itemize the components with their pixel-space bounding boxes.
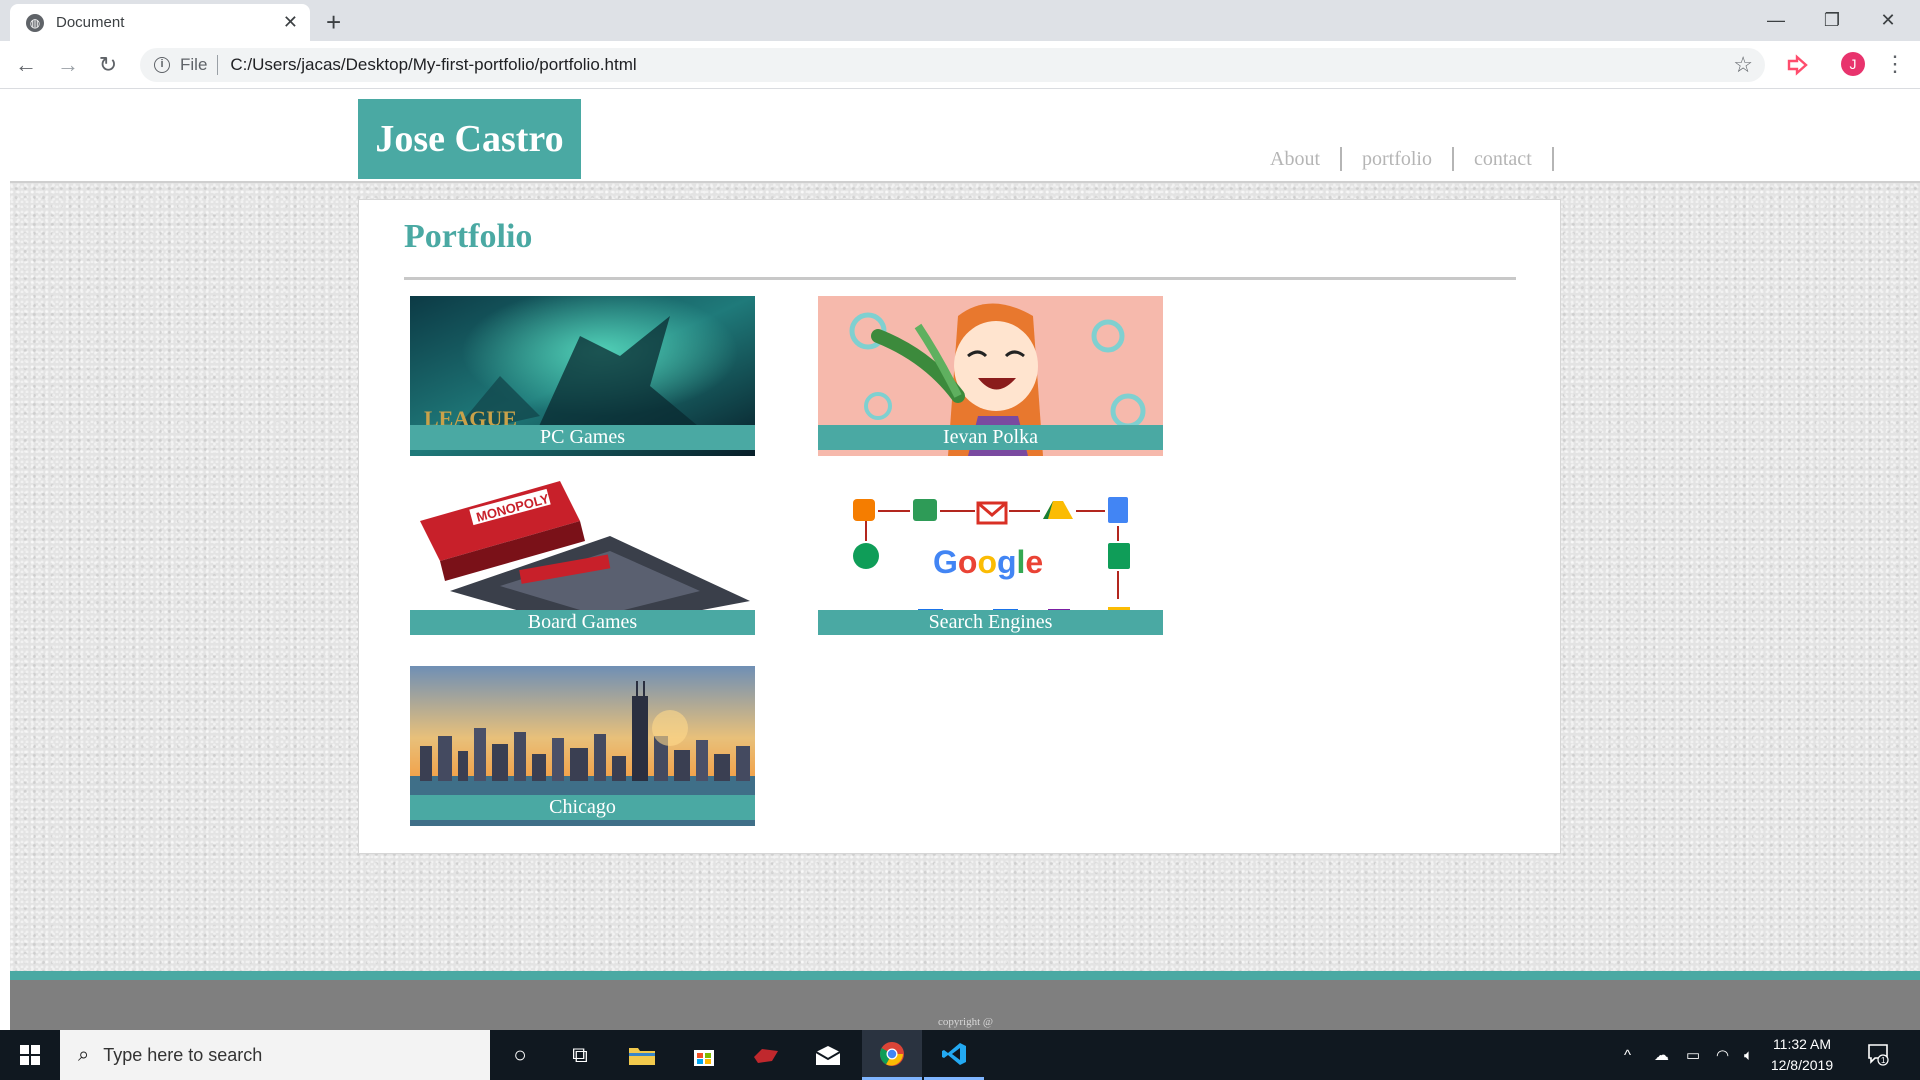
bookmark-star-icon[interactable]: ☆ (1733, 52, 1753, 78)
action-center-icon[interactable]: 1 (1866, 1042, 1890, 1072)
card-caption: Ievan Polka (818, 425, 1163, 450)
tab-close-icon[interactable]: ✕ (283, 12, 298, 33)
nav-link-about[interactable]: About (1250, 147, 1342, 171)
taskbar-search[interactable]: ⌕ Type here to search (60, 1030, 490, 1080)
portfolio-card-search-engines[interactable]: Google Search Engines (818, 481, 1163, 641)
battery-icon[interactable]: ▭ (1686, 1030, 1700, 1080)
portfolio-card-board-games[interactable]: MONOPOLY Board Games (410, 481, 755, 641)
windows-logo-icon (20, 1045, 40, 1065)
site-header: Jose Castro About portfolio contact (0, 89, 1920, 181)
heading-divider (404, 277, 1516, 280)
address-scheme: File (180, 55, 208, 74)
search-icon: ⌕ (78, 1043, 90, 1066)
browser-toolbar: ← → ↻ i File C:/Users/jacas/Desktop/My-f… (0, 41, 1920, 89)
reload-icon[interactable]: ↻ (94, 51, 122, 79)
game-app-icon[interactable] (736, 1030, 796, 1080)
portfolio-card-chicago[interactable]: Chicago (410, 666, 755, 826)
tab-title: Document (56, 14, 125, 31)
chrome-icon[interactable] (862, 1030, 922, 1080)
mail-icon[interactable] (798, 1030, 858, 1080)
nav-link-contact[interactable]: contact (1454, 147, 1554, 171)
portfolio-card-ievan-polka[interactable]: Ievan Polka (818, 296, 1163, 456)
wifi-icon[interactable]: ◠ (1716, 1030, 1729, 1080)
tab-strip: ◍ Document ✕ + — ❐ ✕ (0, 0, 1920, 41)
back-icon[interactable]: ← (12, 51, 40, 79)
site-footer: copyright @ (10, 971, 1920, 1030)
browser-menu-icon[interactable]: ⋮ (1884, 50, 1906, 78)
footer-copyright: copyright @ (938, 1016, 994, 1028)
file-explorer-icon[interactable] (612, 1030, 672, 1080)
address-separator (217, 55, 219, 75)
address-bar[interactable]: i File C:/Users/jacas/Desktop/My-first-p… (140, 48, 1765, 82)
profile-avatar[interactable]: J (1841, 52, 1865, 76)
clock-time: 11:32 AM (1772, 1036, 1832, 1052)
extension-icon[interactable] (1784, 52, 1810, 78)
site-logo[interactable]: Jose Castro (358, 99, 581, 179)
browser-tab[interactable]: ◍ Document ✕ (10, 4, 310, 41)
volume-muted-icon[interactable]: 🔈︎ (1744, 1030, 1753, 1080)
task-view-icon[interactable]: ⧉ (550, 1030, 610, 1080)
info-icon[interactable]: i (154, 57, 170, 73)
new-tab-button[interactable]: + (326, 7, 341, 38)
restore-icon[interactable]: ❐ (1804, 0, 1860, 41)
window-close-icon[interactable]: ✕ (1860, 0, 1916, 41)
taskbar-search-placeholder: Type here to search (103, 1044, 263, 1065)
cortana-icon[interactable]: ○ (490, 1030, 550, 1080)
store-icon[interactable] (674, 1030, 734, 1080)
card-caption: Chicago (410, 795, 755, 820)
page-title: Portfolio (404, 218, 533, 255)
clock-date: 12/8/2019 (1770, 1057, 1834, 1073)
vscode-icon[interactable] (924, 1030, 984, 1080)
portfolio-card-pc-games[interactable]: LEAGUE PC Games (410, 296, 755, 456)
card-caption: PC Games (410, 425, 755, 450)
taskbar: ⌕ Type here to search ○ ⧉ ^ ☁ ▭ ◠ 🔈︎ 11:… (0, 1030, 1920, 1080)
start-button[interactable] (0, 1030, 60, 1080)
portfolio-panel: Portfolio LEAGUE PC Games Ievan Polka MO… (358, 199, 1561, 854)
card-caption: Board Games (410, 610, 755, 635)
address-url[interactable]: C:/Users/jacas/Desktop/My-first-portfoli… (230, 55, 636, 75)
system-clock[interactable]: 11:32 AM 12/8/2019 (1762, 1034, 1842, 1076)
show-hidden-icons-icon[interactable]: ^ (1624, 1030, 1631, 1080)
minimize-icon[interactable]: — (1748, 0, 1804, 41)
site-nav: About portfolio contact (1250, 147, 1554, 171)
globe-icon: ◍ (26, 13, 44, 32)
web-page: Jose Castro About portfolio contact Port… (0, 89, 1920, 1030)
onedrive-icon[interactable]: ☁ (1654, 1030, 1669, 1080)
forward-icon[interactable]: → (54, 51, 82, 79)
card-caption: Search Engines (818, 610, 1163, 635)
notification-count: 1 (1881, 1056, 1886, 1065)
svg-text:Google: Google (933, 544, 1043, 580)
nav-link-portfolio[interactable]: portfolio (1342, 147, 1454, 171)
